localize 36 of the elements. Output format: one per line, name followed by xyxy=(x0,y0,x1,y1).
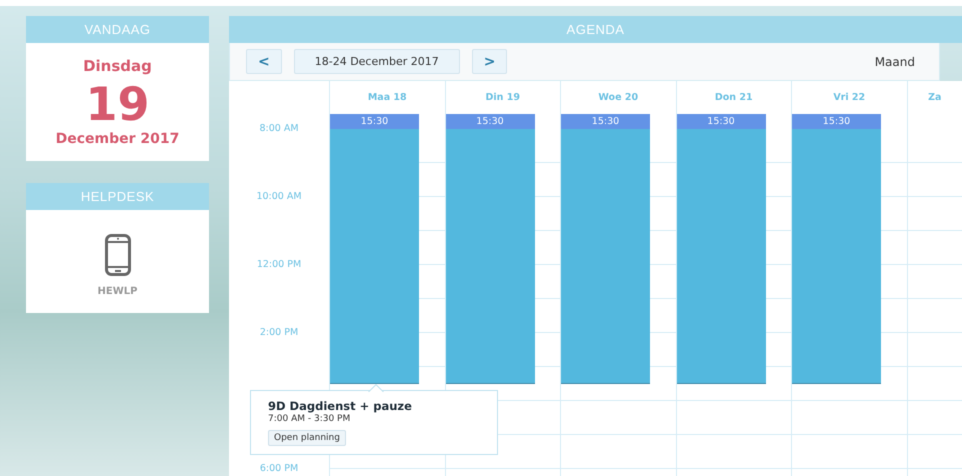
time-label: 8:00 AM xyxy=(259,123,299,135)
shift-event[interactable]: 15:30 xyxy=(330,114,419,384)
shift-event[interactable]: 15:30 xyxy=(676,114,766,384)
today-header: VANDAAG xyxy=(26,16,209,43)
popover-time: 7:00 AM - 3:30 PM xyxy=(268,414,350,424)
shift-event[interactable]: 15:30 xyxy=(446,114,534,384)
helpdesk-label: HEWLP xyxy=(98,286,138,297)
month-view-tab[interactable]: Maand xyxy=(874,54,915,68)
popover-title: 9D Dagdienst + pauze xyxy=(268,399,412,413)
event-time: 15:30 xyxy=(676,114,766,129)
agenda-header: AGENDA xyxy=(229,16,962,43)
weekday-text: Dinsdag xyxy=(83,57,152,75)
time-label: 10:00 AM xyxy=(256,191,302,203)
day-number: 19 xyxy=(85,79,150,129)
day-header: Woe 20 xyxy=(598,92,638,103)
day-header: Za xyxy=(928,92,942,103)
next-button[interactable]: > xyxy=(472,49,508,74)
event-time: 15:30 xyxy=(330,114,419,129)
open-planning-button[interactable]: Open planning xyxy=(268,430,346,446)
smartphone-icon[interactable] xyxy=(104,234,130,276)
event-time: 15:30 xyxy=(446,114,534,129)
time-label: 12:00 PM xyxy=(256,259,302,271)
time-label: 6:00 PM xyxy=(260,463,298,475)
date-range-button[interactable]: 18-24 December 2017 xyxy=(294,49,460,74)
day-header: Din 19 xyxy=(486,92,520,103)
helpdesk-header: HELPDESK xyxy=(26,183,209,210)
event-time: 15:30 xyxy=(792,114,881,129)
event-time: 15:30 xyxy=(561,114,650,129)
shift-event[interactable]: 15:30 xyxy=(792,114,881,384)
previous-button[interactable]: < xyxy=(246,49,282,74)
day-header: Vri 22 xyxy=(833,92,866,103)
day-header: Maa 18 xyxy=(368,92,407,103)
time-label: 2:00 PM xyxy=(260,327,298,339)
month-text: December 2017 xyxy=(56,131,180,147)
day-header: Don 21 xyxy=(714,92,753,103)
shift-event[interactable]: 15:30 xyxy=(561,114,650,384)
